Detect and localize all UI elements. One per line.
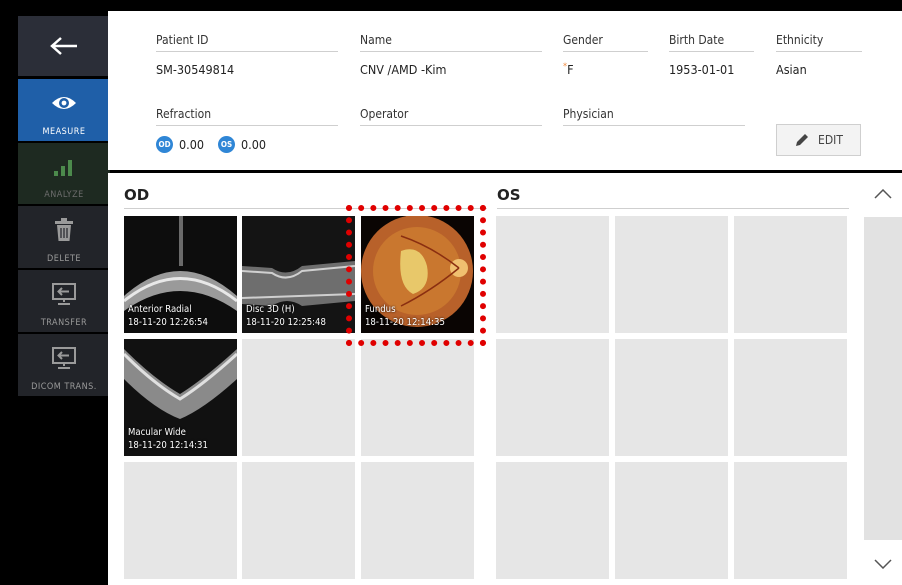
thumbnail-date: 18-11-20 12:14:35: [365, 317, 445, 328]
physician-label: Physician: [563, 107, 745, 126]
bar-chart-icon: [54, 159, 72, 176]
edit-button[interactable]: EDIT: [776, 124, 861, 156]
thumbnail-name: Macular Wide: [128, 427, 186, 438]
empty-slot: [361, 462, 474, 579]
sidebar-item-delete[interactable]: DELETE: [18, 206, 110, 268]
patient-id-label: Patient ID: [156, 33, 338, 52]
operator-label: Operator: [360, 107, 542, 126]
patient-id-value: SM-30549814: [156, 62, 235, 77]
empty-slot: [496, 462, 609, 579]
empty-slot: [734, 462, 847, 579]
empty-slot: [734, 339, 847, 456]
sidebar-item-label: DICOM TRANS.: [31, 382, 97, 392]
chevron-up-icon: [874, 189, 892, 199]
exam-thumbnail-disc-3d[interactable]: Disc 3D (H) 18-11-20 12:25:48: [242, 216, 355, 333]
od-section-divider: [124, 208, 487, 209]
name-value: CNV /AMD -Kim: [360, 62, 447, 77]
sidebar-item-dicom-trans[interactable]: DICOM TRANS.: [18, 334, 110, 396]
operator-field: Operator: [360, 107, 542, 136]
exam-thumbnail-fundus[interactable]: Fundus 18-11-20 12:14:35: [361, 216, 474, 333]
arrow-left-icon: [50, 37, 77, 55]
sidebar-item-label: DELETE: [46, 254, 82, 264]
scroll-up-button[interactable]: [864, 173, 902, 215]
sidebar-item-measure[interactable]: MEASURE: [18, 79, 110, 141]
refraction-label: Refraction: [156, 107, 338, 126]
os-section-divider: [497, 208, 849, 209]
empty-slot: [615, 339, 728, 456]
exam-grid-area: OD OS Anterior Radial 18-11-20 12:26:54 D…: [108, 173, 902, 585]
dicom-monitor-icon: [52, 347, 76, 369]
thumbnail-date: 18-11-20 12:26:54: [128, 317, 208, 328]
pencil-icon: [796, 134, 809, 146]
gender-field: Gender *F: [563, 33, 648, 77]
transfer-monitor-icon: [52, 283, 76, 305]
thumbnail-name: Fundus: [365, 304, 396, 315]
empty-slot: [615, 216, 728, 333]
chevron-down-icon: [874, 559, 892, 569]
thumbnail-name: Disc 3D (H): [246, 304, 295, 315]
od-section-title: OD: [124, 186, 150, 204]
gender-label: Gender: [563, 33, 648, 52]
refraction-field: Refraction OD 0.00 OS 0.00: [156, 107, 338, 153]
eye-icon: [52, 97, 76, 109]
gender-value: F: [567, 62, 574, 77]
scroll-down-button[interactable]: [864, 543, 902, 585]
birth-date-field: Birth Date 1953-01-01: [669, 33, 754, 77]
sidebar-item-label: TRANSFER: [40, 318, 88, 328]
od-badge: OD: [156, 136, 173, 153]
od-refraction-value: 0.00: [179, 137, 205, 152]
ethnicity-label: Ethnicity: [776, 33, 862, 52]
scrollbar[interactable]: [864, 173, 902, 585]
sidebar-item-label: ANALYZE: [44, 190, 84, 200]
empty-slot: [124, 462, 237, 579]
empty-slot: [734, 216, 847, 333]
app-window: MEASURE ANALYZE DELETE TRANSFER DICOM TR…: [0, 0, 902, 585]
trash-icon: [55, 218, 73, 241]
thumbnail-name: Anterior Radial: [128, 304, 192, 315]
back-button[interactable]: [18, 16, 110, 76]
scroll-track[interactable]: [864, 217, 902, 540]
empty-slot: [242, 339, 355, 456]
ethnicity-value: Asian: [776, 62, 807, 77]
empty-slot: [615, 462, 728, 579]
name-label: Name: [360, 33, 542, 52]
patient-id-field: Patient ID SM-30549814: [156, 33, 338, 77]
sidebar-item-transfer[interactable]: TRANSFER: [18, 270, 110, 332]
os-section-title: OS: [497, 186, 521, 204]
birth-date-value: 1953-01-01: [669, 62, 735, 77]
patient-info-panel: Patient ID SM-30549814 Name CNV /AMD -Ki…: [108, 11, 902, 170]
exam-thumbnail-anterior-radial[interactable]: Anterior Radial 18-11-20 12:26:54: [124, 216, 237, 333]
birth-date-label: Birth Date: [669, 33, 754, 52]
sidebar: MEASURE ANALYZE DELETE TRANSFER DICOM TR…: [12, 10, 110, 585]
empty-slot: [496, 339, 609, 456]
empty-slot: [496, 216, 609, 333]
ethnicity-field: Ethnicity Asian: [776, 33, 862, 77]
sidebar-item-label: MEASURE: [42, 127, 86, 137]
os-refraction-value: 0.00: [241, 137, 267, 152]
exam-thumbnail-macular-wide[interactable]: Macular Wide 18-11-20 12:14:31: [124, 339, 237, 456]
empty-slot: [361, 339, 474, 456]
os-badge: OS: [218, 136, 236, 153]
edit-button-label: EDIT: [818, 133, 843, 147]
thumbnail-date: 18-11-20 12:25:48: [246, 317, 326, 328]
sidebar-item-analyze[interactable]: ANALYZE: [18, 143, 110, 204]
physician-field: Physician: [563, 107, 745, 136]
thumbnail-date: 18-11-20 12:14:31: [128, 440, 208, 451]
name-field: Name CNV /AMD -Kim: [360, 33, 542, 77]
empty-slot: [242, 462, 355, 579]
